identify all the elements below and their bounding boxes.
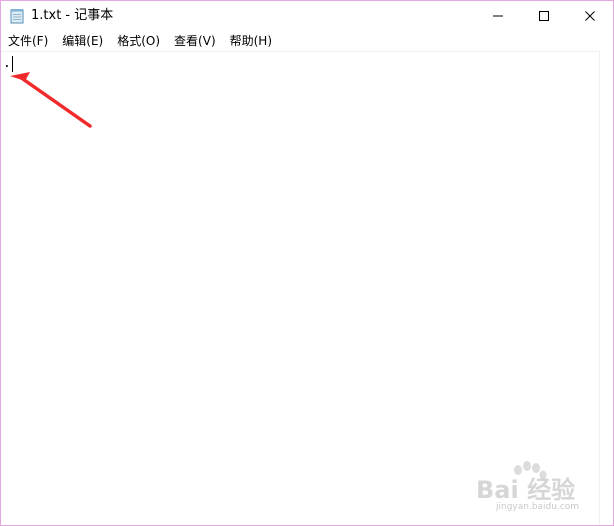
close-button[interactable] [567, 1, 613, 31]
window-title: 1.txt - 记事本 [31, 8, 114, 23]
close-icon [585, 11, 595, 21]
maximize-icon [539, 11, 549, 21]
arrow-shaft [18, 75, 92, 128]
minimize-button[interactable] [475, 1, 521, 31]
watermark-url: jingyan.baidu.com [496, 502, 580, 512]
minimize-icon [493, 15, 503, 17]
menu-edit[interactable]: 编辑(E) [55, 31, 110, 51]
watermark-brand: Bai 经验 [476, 476, 576, 504]
menu-format[interactable]: 格式(O) [110, 31, 167, 51]
menu-bar: 文件(F) 编辑(E) 格式(O) 查看(V) 帮助(H) [1, 31, 613, 51]
menu-view[interactable]: 查看(V) [167, 31, 223, 51]
vertical-scrollbar[interactable] [599, 51, 613, 525]
red-arrow-icon [10, 72, 92, 128]
maximize-button[interactable] [521, 1, 567, 31]
title-bar[interactable]: 1.txt - 记事本 [1, 1, 613, 31]
menu-help[interactable]: 帮助(H) [223, 31, 279, 51]
menu-file[interactable]: 文件(F) [1, 31, 55, 51]
notepad-icon [10, 9, 24, 24]
